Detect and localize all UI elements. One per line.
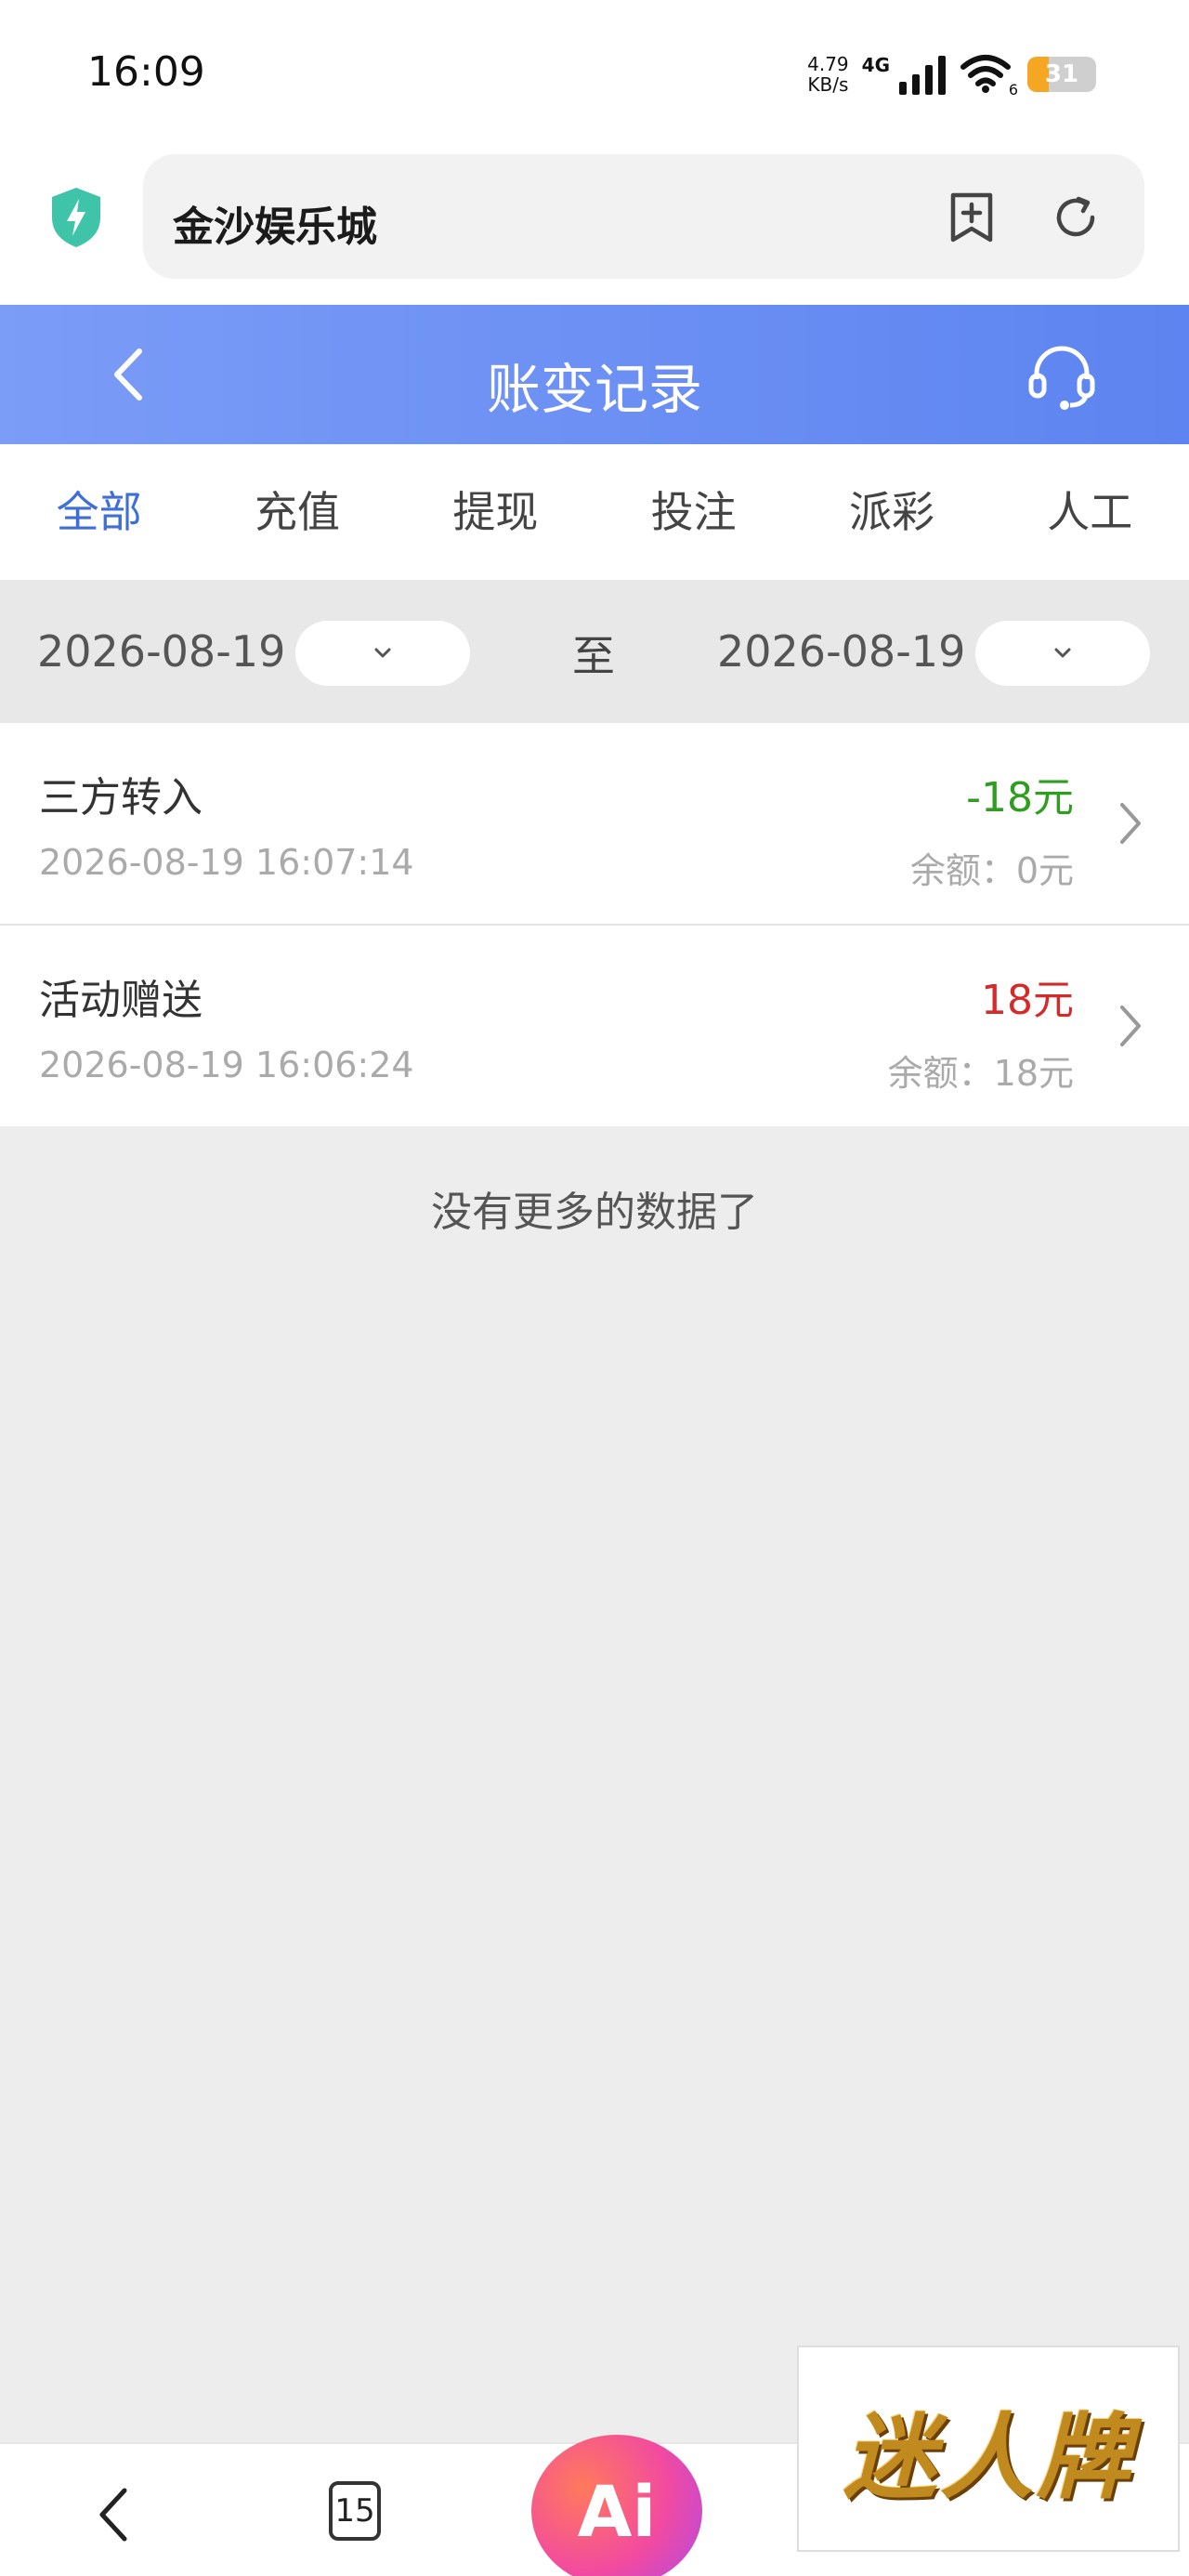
wifi-sub-label: 6 bbox=[1008, 81, 1018, 99]
wifi-indicator: 6 bbox=[960, 54, 1018, 99]
chevron-down-icon bbox=[374, 648, 391, 658]
record-amount: -18元 bbox=[966, 774, 1074, 821]
wifi-icon bbox=[960, 55, 1011, 93]
status-time: 16:09 bbox=[87, 48, 205, 96]
record-balance: 余额：0元 bbox=[909, 850, 1074, 891]
shield-bolt-icon[interactable] bbox=[48, 186, 104, 249]
watermark-text: 迷人牌 bbox=[843, 2402, 1133, 2512]
tab-withdraw[interactable]: 提现 bbox=[397, 444, 594, 580]
page-title: 账变记录 bbox=[486, 358, 702, 421]
status-indicators: 4.79 KB/s 4G 6 31 bbox=[807, 48, 1096, 100]
no-more-data: 没有更多的数据了 bbox=[431, 1189, 758, 1236]
address-bar[interactable]: 金沙娱乐城 bbox=[143, 154, 1144, 279]
battery-icon: 31 bbox=[1027, 57, 1096, 92]
start-date[interactable]: 2026-08-19 bbox=[37, 626, 285, 677]
net-speed: 4.79 KB/s bbox=[807, 54, 849, 95]
watermark-logo: 迷人牌 bbox=[797, 2346, 1180, 2552]
record-type: 三方转入 bbox=[39, 774, 203, 821]
status-bar: 16:09 4.79 KB/s 4G 6 31 bbox=[0, 0, 1189, 149]
net-speed-value: 4.79 bbox=[807, 53, 849, 75]
record-time: 2026-08-19 16:06:24 bbox=[39, 1045, 414, 1085]
record-amount: 18元 bbox=[981, 977, 1074, 1024]
browser-bar: 金沙娱乐城 bbox=[0, 149, 1189, 305]
battery-level: 31 bbox=[1044, 60, 1079, 88]
back-icon[interactable] bbox=[93, 2485, 136, 2544]
tab-count-button[interactable]: 15 bbox=[329, 2481, 381, 2541]
network-type: 4G bbox=[861, 54, 890, 76]
record-time: 2026-08-19 16:07:14 bbox=[39, 842, 414, 883]
tab-all[interactable]: 全部 bbox=[0, 444, 198, 580]
page-header: 账变记录 bbox=[0, 305, 1189, 444]
ai-assistant-button[interactable]: Ai bbox=[531, 2435, 702, 2576]
start-date-dropdown[interactable] bbox=[295, 621, 470, 686]
bookmark-add-icon[interactable] bbox=[944, 190, 1000, 245]
refresh-icon[interactable] bbox=[1048, 190, 1104, 245]
chevron-down-icon bbox=[1054, 648, 1071, 658]
record-balance: 余额：18元 bbox=[887, 1053, 1074, 1094]
date-filter: 2026-08-19 至 2026-08-19 bbox=[0, 580, 1189, 723]
list-item[interactable]: 活动赠送 2026-08-19 16:06:24 18元 余额：18元 bbox=[0, 926, 1189, 1126]
list-item[interactable]: 三方转入 2026-08-19 16:07:14 -18元 余额：0元 bbox=[0, 723, 1189, 924]
record-type: 活动赠送 bbox=[39, 977, 203, 1024]
chevron-right-icon bbox=[1120, 1005, 1141, 1046]
tab-recharge[interactable]: 充值 bbox=[198, 444, 396, 580]
tab-manual[interactable]: 人工 bbox=[991, 444, 1189, 580]
address-text[interactable]: 金沙娱乐城 bbox=[173, 193, 377, 253]
tab-bet[interactable]: 投注 bbox=[594, 444, 792, 580]
end-date-dropdown[interactable] bbox=[975, 621, 1150, 686]
category-tabs: 全部 充值 提现 投注 派彩 人工 bbox=[0, 444, 1189, 580]
end-date[interactable]: 2026-08-19 bbox=[717, 626, 965, 677]
chevron-right-icon bbox=[1120, 803, 1141, 844]
net-speed-unit: KB/s bbox=[807, 73, 849, 96]
date-separator: 至 bbox=[572, 631, 615, 681]
headset-icon[interactable] bbox=[1026, 342, 1098, 411]
tab-payout[interactable]: 派彩 bbox=[792, 444, 990, 580]
signal-icon bbox=[899, 56, 946, 95]
